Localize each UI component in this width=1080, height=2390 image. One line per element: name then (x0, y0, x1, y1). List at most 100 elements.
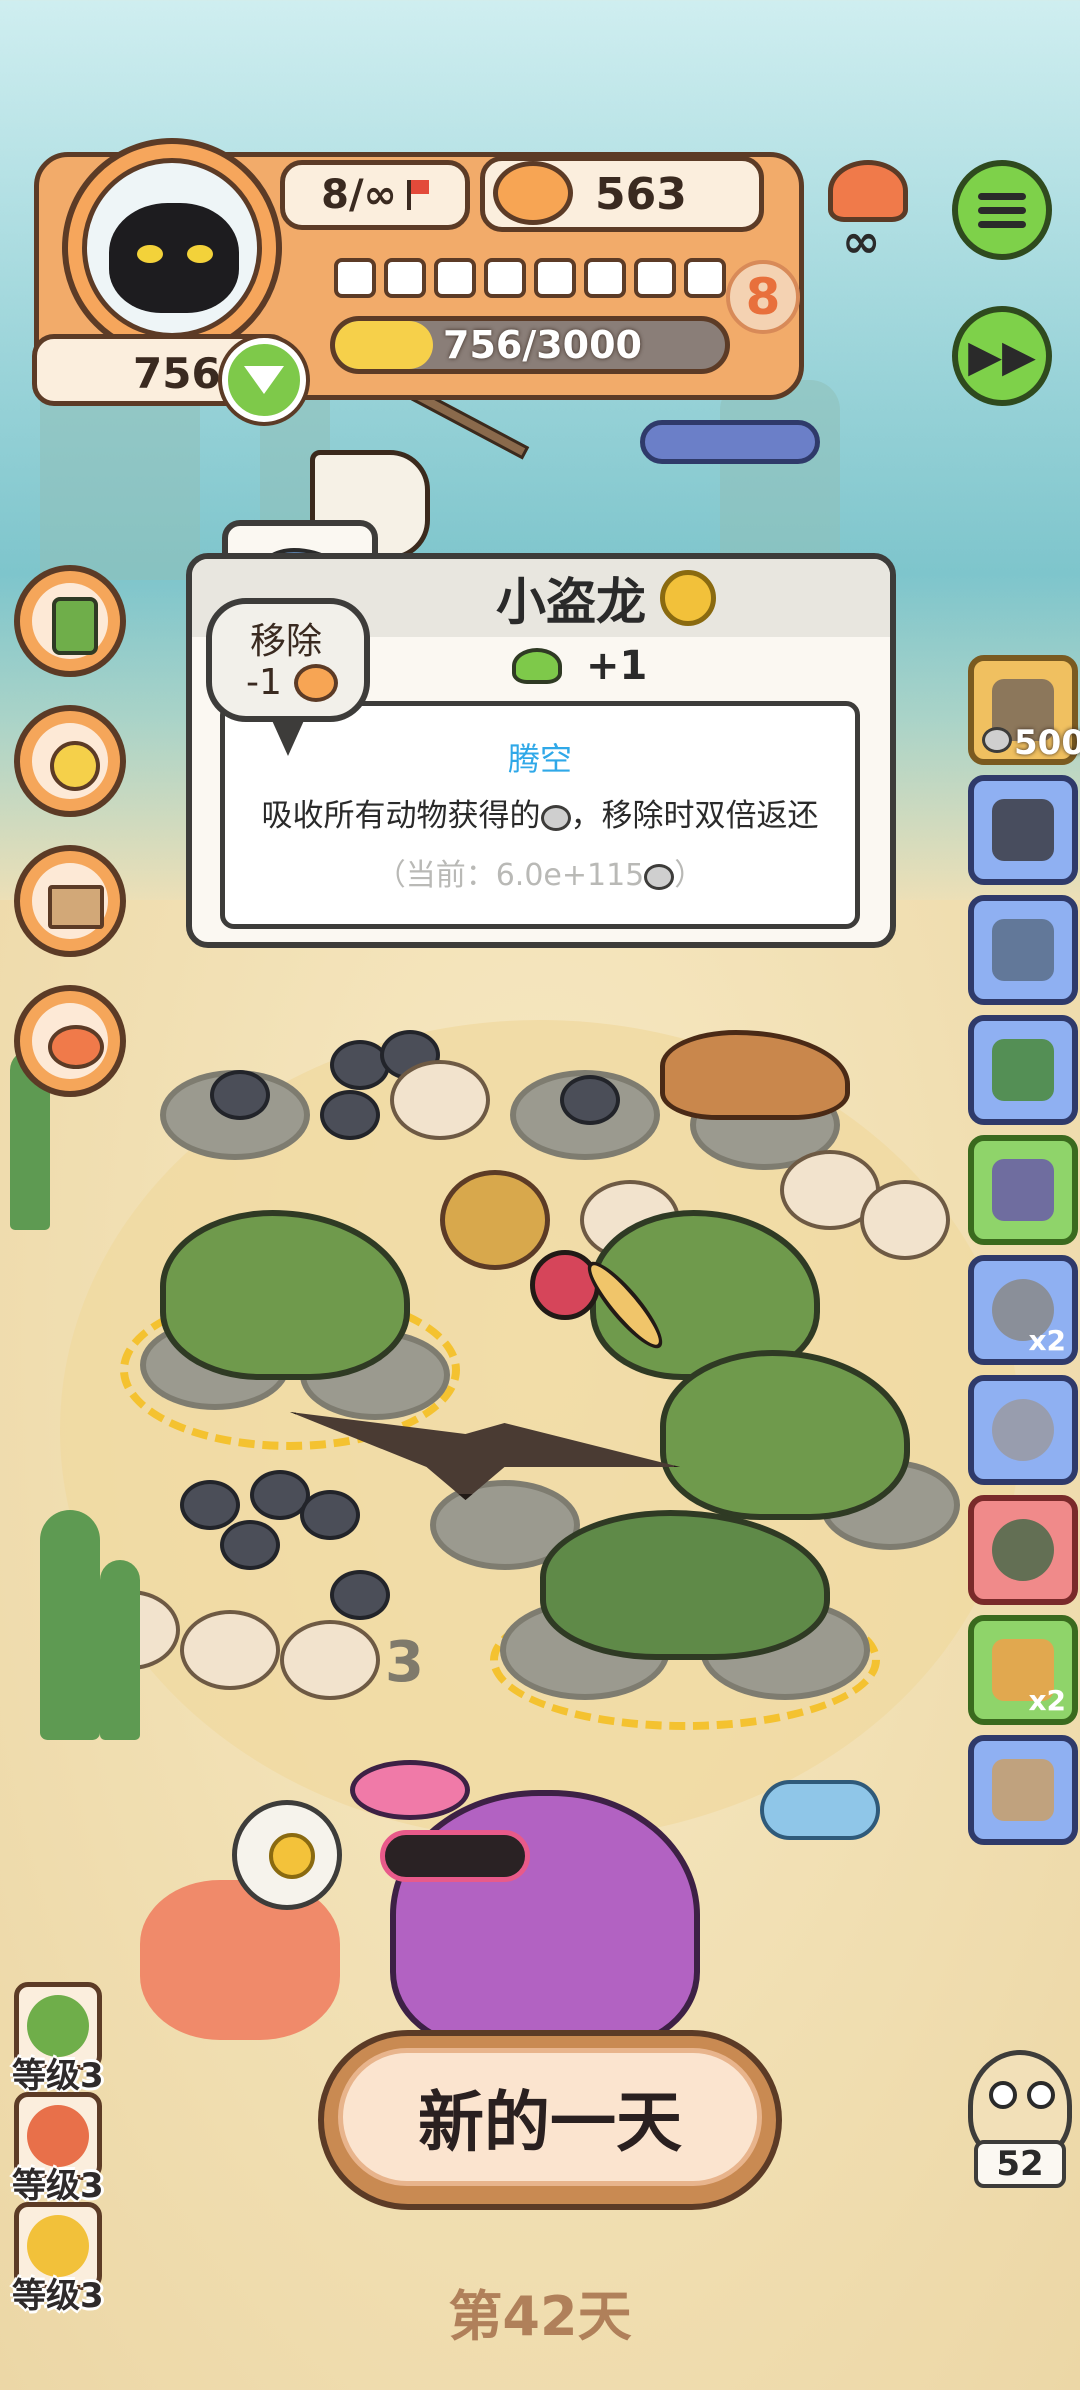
mole[interactable] (180, 1480, 240, 1530)
multiplier-x2: x2 (1028, 1324, 1066, 1357)
sunglasses (380, 1830, 530, 1882)
hearts-value: 756 (133, 349, 221, 398)
rock-icon (992, 1519, 1054, 1581)
hamster[interactable] (180, 1610, 280, 1690)
certificate-bubble[interactable] (232, 1800, 342, 1910)
shop-item-can[interactable]: x2 (968, 1255, 1078, 1365)
skull-coin-icon (660, 570, 716, 626)
shop-item-rock[interactable] (968, 1495, 1078, 1605)
mole[interactable] (330, 1570, 390, 1620)
pad-number: 3 (385, 1630, 424, 1695)
item-fish-egg[interactable] (14, 705, 126, 817)
owl-count-box: 52 (974, 2140, 1066, 2188)
bubble-rocks (760, 1780, 880, 1840)
shop-item-jar[interactable] (968, 895, 1078, 1005)
medal-icon (269, 1833, 315, 1879)
new-day-face: 新的一天 (338, 2048, 762, 2186)
seaweed (100, 1560, 140, 1740)
remove-label: 移除 (250, 621, 323, 662)
slot (634, 258, 676, 298)
shopkeeper-cat[interactable] (390, 1790, 700, 2050)
down-triangle-icon (244, 366, 284, 394)
card-icon (992, 1159, 1054, 1221)
pterosaur-head[interactable] (530, 1250, 600, 1320)
infinity-icon: ∞ (842, 214, 881, 268)
level-label: 等级3 (12, 2166, 104, 2206)
can-coin-icon (493, 161, 573, 225)
slot-row (334, 258, 734, 302)
current-value-part-a: （当前：6.0e+115 (375, 858, 645, 893)
infinity-emblem[interactable]: ∞ (822, 160, 914, 268)
day-counter: 第42天 (448, 2285, 632, 2348)
mole[interactable] (220, 1520, 280, 1570)
shop-item-basket[interactable] (968, 1735, 1078, 1845)
owl-helper[interactable]: 52 (968, 2050, 1072, 2188)
capacity-value: 8/∞ (321, 172, 397, 218)
current-value-part-b: ） (674, 858, 705, 893)
slot (584, 258, 626, 298)
mole[interactable] (320, 1090, 380, 1140)
current-value: （当前：6.0e+115 ） (225, 850, 855, 894)
seaweed (40, 1510, 100, 1740)
black-cat-icon (109, 203, 239, 313)
item-handheld-console[interactable] (14, 565, 126, 677)
shop-item-card[interactable] (968, 1135, 1078, 1245)
shell-icon (828, 160, 908, 222)
mole[interactable] (210, 1070, 270, 1120)
item-goldfish[interactable] (14, 985, 126, 1097)
shell-coin-icon (982, 727, 1012, 753)
skill-description: 吸收所有动物获得的 ，移除时双倍返还 (225, 790, 855, 835)
exp-bar: 756/3000 (330, 316, 730, 374)
owl-count: 52 (996, 2144, 1044, 2184)
ruin-right (720, 380, 840, 560)
goldfish-icon (48, 1025, 104, 1069)
tooltip-title: 小盗龙 (496, 573, 646, 631)
console-icon (52, 597, 98, 655)
shop-item-rock-bag[interactable]: 500 (968, 655, 1080, 765)
remove-button[interactable]: 移除 -1 (206, 598, 370, 722)
coin-count: 563 (595, 169, 687, 220)
mouse-icon (992, 1399, 1054, 1461)
mole[interactable] (300, 1490, 360, 1540)
shop-item-plant[interactable] (968, 1015, 1078, 1125)
turtle-icon (512, 648, 562, 684)
level-badge: 8 (726, 260, 800, 334)
hamster[interactable] (280, 1620, 380, 1700)
mushroom-cap (640, 420, 820, 464)
capacity-box: 8/∞ (280, 160, 470, 230)
cannon-icon (992, 799, 1054, 861)
hamster[interactable] (390, 1060, 490, 1140)
menu-list-icon (978, 192, 1026, 228)
hay-bale[interactable] (440, 1170, 550, 1270)
shop-item-cannon[interactable] (968, 775, 1078, 885)
shell-coin-icon (540, 804, 571, 831)
mole[interactable] (560, 1075, 620, 1125)
new-day-button[interactable]: 新的一天 (318, 2030, 782, 2210)
bonus-value: +1 (586, 643, 648, 689)
heart-badge-button[interactable] (222, 338, 306, 422)
exp-text: 756/3000 (443, 323, 642, 367)
slot (534, 258, 576, 298)
slot (384, 258, 426, 298)
skill-desc-part-a: 吸收所有动物获得的 (261, 798, 541, 834)
plant-icon (992, 1039, 1054, 1101)
shop-item-mouse[interactable] (968, 1375, 1078, 1485)
item-cardboard-box[interactable] (14, 845, 126, 957)
basket-icon (992, 1759, 1054, 1821)
avatar-inner (82, 158, 262, 338)
jar-icon (992, 919, 1054, 981)
skill-box: 腾空 吸收所有动物获得的 ，移除时双倍返还 （当前：6.0e+115 ） (220, 701, 860, 929)
menu-button[interactable] (952, 160, 1052, 260)
level-label: 等级3 (12, 2056, 104, 2096)
level-number: 8 (745, 268, 781, 326)
fast-forward-button[interactable]: ▶▶ (952, 306, 1052, 406)
skill-name: 腾空 (507, 740, 572, 778)
remove-cost: -1 (246, 662, 282, 703)
player-avatar[interactable] (62, 138, 282, 358)
box-icon (48, 885, 104, 929)
coin-box: 563 (480, 156, 764, 232)
multiplier-x2: x2 (1028, 1684, 1066, 1717)
shop-item-ticket[interactable]: x2 (968, 1615, 1078, 1725)
hamster[interactable] (860, 1180, 950, 1260)
hair-bow (350, 1760, 470, 1820)
